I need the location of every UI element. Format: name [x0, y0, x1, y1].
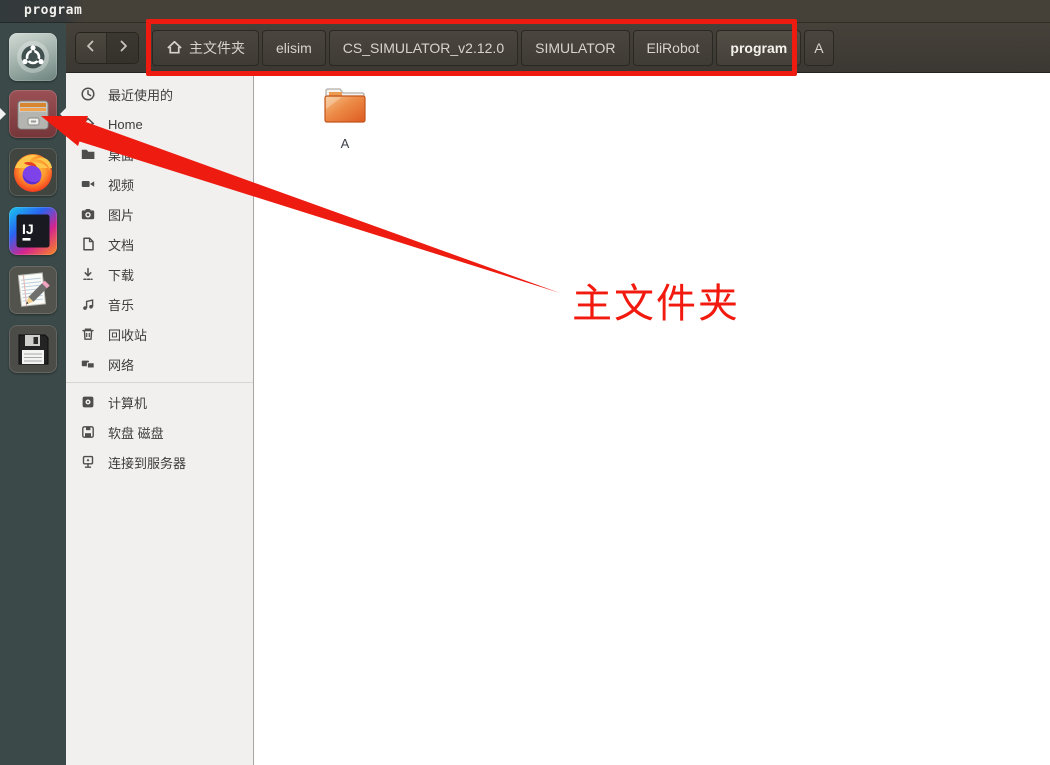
- sidebar-item-network[interactable]: 网络: [66, 349, 253, 379]
- file-manager-icon: [9, 90, 57, 138]
- text-editor-icon: [9, 266, 57, 314]
- folder-icon: [322, 85, 368, 132]
- top-panel: program: [0, 0, 1050, 23]
- history-nav: [75, 32, 139, 64]
- video-icon: [80, 176, 96, 192]
- network-icon: [80, 356, 96, 372]
- breadcrumb-elirobot[interactable]: EliRobot: [632, 30, 714, 66]
- file-label: A: [340, 136, 350, 151]
- back-button[interactable]: [76, 33, 107, 63]
- camera-icon: [80, 206, 96, 222]
- breadcrumb: 主文件夹 elisim CS_SIMULATOR_v2.12.0 SIMULAT…: [152, 30, 834, 66]
- document-icon: [80, 236, 96, 252]
- file-view: A: [255, 73, 1050, 765]
- dock-item-ubuntu-dash[interactable]: [9, 33, 57, 81]
- intellij-idea-icon: IJ: [9, 207, 57, 255]
- sidebar-item-computer[interactable]: 计算机: [66, 387, 253, 417]
- file-item-folder-a[interactable]: A: [299, 85, 391, 151]
- sidebar-item-downloads[interactable]: 下载: [66, 259, 253, 289]
- sidebar-item-home[interactable]: Home: [66, 109, 253, 139]
- download-icon: [80, 266, 96, 282]
- breadcrumb-program-current[interactable]: program: [716, 30, 802, 66]
- firefox-icon: [9, 148, 57, 196]
- window-content: 最近使用的 Home 桌面 视频 图片 文档 下载 音乐 回收站 网络 计算机 …: [66, 73, 1050, 765]
- sidebar-item-documents[interactable]: 文档: [66, 229, 253, 259]
- sidebar-separator: [66, 382, 253, 383]
- home-icon: [80, 116, 96, 132]
- breadcrumb-elisim[interactable]: elisim: [262, 30, 326, 66]
- sidebar-item-recent[interactable]: 最近使用的: [66, 79, 253, 109]
- sidebar-item-videos[interactable]: 视频: [66, 169, 253, 199]
- dock-item-file-manager[interactable]: [9, 90, 57, 138]
- launcher-dock: IJ: [0, 23, 66, 765]
- sidebar-item-trash[interactable]: 回收站: [66, 319, 253, 349]
- breadcrumb-a[interactable]: A: [804, 30, 834, 66]
- running-indicator-icon: [0, 108, 6, 120]
- desktop-folder-icon: [80, 146, 96, 162]
- sidebar-item-pictures[interactable]: 图片: [66, 199, 253, 229]
- breadcrumb-home[interactable]: 主文件夹: [152, 30, 259, 66]
- sidebar-item-connect-server[interactable]: 连接到服务器: [66, 447, 253, 477]
- server-icon: [80, 454, 96, 470]
- window-title: program: [24, 3, 83, 18]
- music-icon: [80, 296, 96, 312]
- computer-icon: [80, 394, 96, 410]
- forward-button[interactable]: [107, 33, 138, 63]
- dock-item-intellij-idea[interactable]: IJ: [9, 207, 57, 255]
- svg-text:IJ: IJ: [22, 221, 34, 237]
- breadcrumb-cs-simulator[interactable]: CS_SIMULATOR_v2.12.0: [328, 30, 519, 66]
- file-manager-window: 主文件夹 elisim CS_SIMULATOR_v2.12.0 SIMULAT…: [66, 23, 1050, 765]
- dock-item-text-editor[interactable]: [9, 266, 57, 314]
- trash-icon: [80, 326, 96, 342]
- annotation-label: 主文件夹: [572, 282, 740, 326]
- desktop: program IJ 主文件夹 elisim CS_SIMULATOR_v2.1…: [0, 0, 1050, 765]
- clock-icon: [80, 86, 96, 102]
- toolbar: 主文件夹 elisim CS_SIMULATOR_v2.12.0 SIMULAT…: [66, 23, 1050, 73]
- ubuntu-dash-icon: [9, 33, 57, 81]
- breadcrumb-simulator[interactable]: SIMULATOR: [521, 30, 630, 66]
- home-icon: [166, 39, 183, 58]
- sidebar-item-music[interactable]: 音乐: [66, 289, 253, 319]
- chevron-left-icon: [83, 38, 99, 59]
- floppy-icon: [80, 424, 96, 440]
- chevron-right-icon: [115, 38, 131, 59]
- dock-item-floppy-app[interactable]: [9, 325, 57, 373]
- floppy-disk-icon: [9, 325, 57, 373]
- places-sidebar: 最近使用的 Home 桌面 视频 图片 文档 下载 音乐 回收站 网络 计算机 …: [66, 73, 254, 765]
- focused-indicator-icon: [60, 108, 66, 120]
- dock-item-firefox[interactable]: [9, 148, 57, 196]
- sidebar-item-desktop[interactable]: 桌面: [66, 139, 253, 169]
- sidebar-item-floppy[interactable]: 软盘 磁盘: [66, 417, 253, 447]
